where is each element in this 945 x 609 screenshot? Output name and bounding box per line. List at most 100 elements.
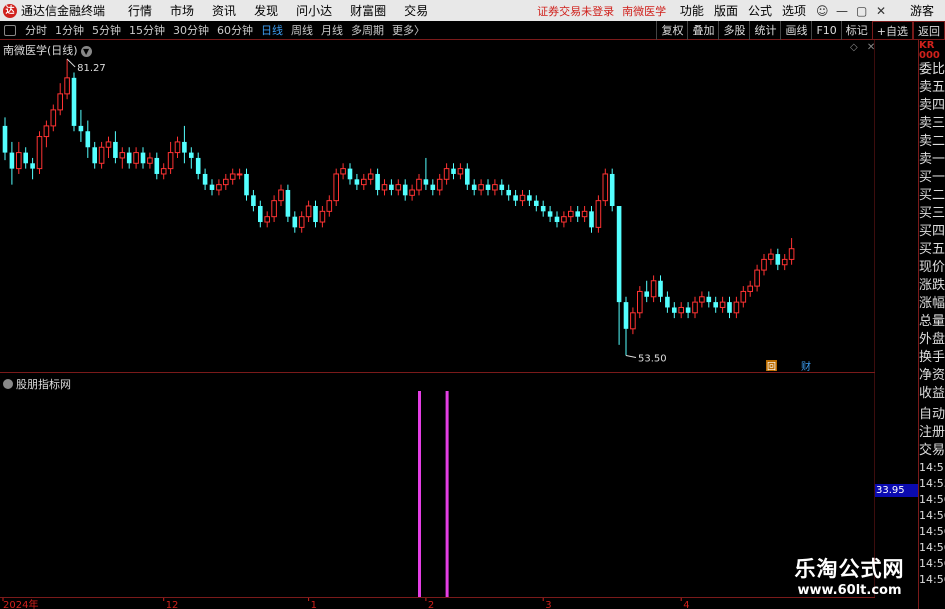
candle [209, 179, 215, 196]
candle-body [160, 168, 167, 175]
minimize-icon[interactable]: — [831, 4, 851, 18]
collapse-panel-icon[interactable] [4, 24, 16, 36]
menu-banmian[interactable]: 版面 [709, 2, 743, 19]
period-fenshi[interactable]: 分时 [21, 22, 51, 38]
tool-back[interactable]: 返回 [913, 21, 945, 40]
candle [519, 189, 526, 206]
user-icon[interactable]: ☺ [811, 4, 831, 18]
quote-field-label: 收益 [919, 386, 945, 401]
candle [375, 168, 380, 196]
candle-body [174, 141, 181, 154]
candle-body [485, 184, 491, 190]
quote-field-label: 卖五 [919, 80, 945, 95]
period-multi[interactable]: 多周期 [347, 22, 388, 38]
menu-caifuquan[interactable]: 财富圈 [341, 2, 395, 19]
candle [298, 211, 305, 233]
candle [788, 238, 795, 265]
candle-body [457, 168, 464, 175]
candle [575, 206, 580, 223]
period-5min[interactable]: 5分钟 [88, 22, 125, 38]
tool-biaoji[interactable]: 标记 [840, 21, 872, 40]
tool-duogu[interactable]: 多股 [718, 21, 749, 40]
menu-zixun[interactable]: 资讯 [203, 2, 245, 19]
signal-bar [445, 391, 449, 598]
candle-body [147, 157, 153, 164]
tool-add-favorite[interactable]: +自选 [871, 21, 913, 40]
candle [781, 254, 788, 271]
candle [367, 168, 374, 185]
candle-body [727, 302, 732, 313]
event-badge-cai[interactable]: 财 [801, 360, 811, 373]
candle [202, 168, 208, 190]
menu-gongshi[interactable]: 公式 [743, 2, 777, 19]
maximize-icon[interactable]: ▢ [851, 4, 871, 18]
indicator-chart[interactable]: 70.0060.0050.0040.0030.0020.0010.00 [0, 373, 875, 598]
candle-body [465, 168, 470, 185]
menu-shichang[interactable]: 市场 [161, 2, 203, 19]
date-label: 12 [166, 600, 179, 609]
candle-body [443, 168, 450, 180]
period-monthly[interactable]: 月线 [317, 22, 347, 38]
period-weekly[interactable]: 周线 [287, 22, 317, 38]
menu-faxian[interactable]: 发现 [245, 2, 287, 19]
menu-hangqing[interactable]: 行情 [119, 2, 161, 19]
panel-link[interactable]: 注册 [919, 424, 945, 442]
date-label: 4 [683, 600, 689, 609]
candle [333, 168, 339, 206]
panel-link[interactable]: 交易 [919, 442, 945, 460]
period-more[interactable]: 更多〉 [388, 22, 429, 38]
candle-body [788, 248, 795, 260]
candle-body [519, 194, 526, 202]
candle [292, 211, 298, 233]
period-15min[interactable]: 15分钟 [125, 22, 169, 38]
tool-huaxian[interactable]: 画线 [780, 21, 811, 40]
period-30min[interactable]: 30分钟 [169, 22, 213, 38]
period-daily[interactable]: 日线 [257, 22, 287, 38]
chart-title[interactable]: 南微医学(日线) ▼ [3, 42, 92, 58]
candle [64, 58, 70, 100]
candle-body [402, 184, 408, 196]
candle [244, 168, 249, 201]
event-badge-hui[interactable]: 回 [766, 360, 777, 373]
candle-body [98, 146, 105, 164]
candle [540, 200, 546, 217]
tool-tongji[interactable]: 统计 [749, 21, 780, 40]
menu-gongneng[interactable]: 功能 [675, 2, 709, 19]
tool-f10[interactable]: F10 [811, 21, 840, 40]
candle-body [602, 173, 609, 202]
tool-diejia[interactable]: 叠加 [687, 21, 718, 40]
candle [98, 141, 105, 169]
candle [223, 173, 229, 190]
period-60min[interactable]: 60分钟 [213, 22, 257, 38]
signal-bar [418, 391, 421, 598]
candle-body [699, 296, 705, 303]
candle-body [229, 173, 236, 180]
indicator-title[interactable]: 股朋指标网 [3, 376, 71, 392]
candle [616, 206, 622, 345]
chevron-down-icon[interactable]: ▼ [80, 46, 92, 57]
candle-body [57, 93, 64, 111]
candle-body [623, 302, 629, 329]
menu-wenxiaoda[interactable]: 问小达 [287, 2, 341, 19]
candlestick-chart[interactable]: 80.0077.5075.0072.5070.0067.5065.0062.50… [0, 40, 875, 373]
candle [85, 120, 91, 158]
candle-body [43, 125, 50, 138]
candle-body [395, 184, 402, 191]
candle [395, 179, 402, 196]
login-notice[interactable]: 证券交易未登录 [537, 3, 614, 19]
chart-pane-tools[interactable]: ◇ ✕ [850, 42, 878, 53]
period-1min[interactable]: 1分钟 [51, 22, 88, 38]
candle-body [713, 302, 718, 308]
tool-fuquan[interactable]: 复权 [656, 21, 687, 40]
menu-xuanxiang[interactable]: 选项 [777, 2, 811, 19]
menu-jiaoyi[interactable]: 交易 [395, 2, 437, 19]
panel-link[interactable]: 自动 [919, 406, 945, 424]
candle [30, 157, 35, 180]
candle-body [367, 173, 374, 180]
close-icon[interactable]: ✕ [871, 4, 891, 18]
guest-label[interactable]: 游客 [905, 2, 939, 19]
candle [133, 147, 139, 169]
candle [602, 168, 609, 206]
indicator-menu-icon[interactable] [3, 379, 13, 389]
menu-bar: 达 通达信金融终端 行情 市场 资讯 发现 问小达 财富圈 交易 证券交易未登录… [0, 0, 945, 21]
